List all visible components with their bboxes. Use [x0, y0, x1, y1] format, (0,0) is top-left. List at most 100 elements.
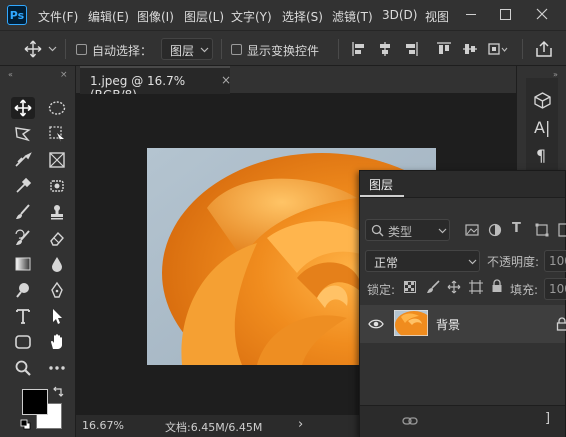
history-brush-icon — [15, 229, 30, 245]
menu-3d[interactable]: 3D(D) — [382, 8, 417, 22]
chevron-down-icon — [438, 228, 447, 234]
zoom-tool[interactable] — [11, 357, 35, 379]
filter-type-icon[interactable]: T — [512, 221, 521, 236]
fill-field[interactable]: 100 — [544, 278, 566, 300]
hand-tool[interactable] — [45, 331, 69, 353]
menu-image[interactable]: 图像(I) — [137, 8, 174, 25]
blend-mode-dropdown[interactable]: 正常 — [365, 250, 480, 272]
frame-icon — [49, 152, 65, 168]
menu-edit[interactable]: 编辑(E) — [88, 8, 129, 25]
move-tool[interactable] — [11, 97, 35, 119]
link-layers-icon[interactable] — [402, 415, 418, 427]
menu-bar: Ps 文件(F) 编辑(E) 图像(I) 图层(L) 文字(Y) 选择(S) 滤… — [0, 0, 566, 30]
layers-panel-footer: ] — [360, 405, 565, 437]
clone-stamp-tool[interactable] — [45, 201, 69, 223]
filter-smart-object-icon[interactable] — [558, 223, 566, 237]
default-colors-icon[interactable] — [20, 419, 31, 430]
menu-filter[interactable]: 滤镜(T) — [332, 8, 373, 25]
layer-lock-icon[interactable] — [556, 317, 566, 331]
show-transform-checkbox[interactable] — [231, 44, 242, 55]
drop-icon — [52, 257, 62, 272]
more-icon — [49, 366, 65, 370]
close-icon[interactable] — [536, 8, 548, 20]
move-tool-icon[interactable] — [24, 40, 42, 58]
layer-row-background[interactable]: 背景 — [360, 305, 566, 343]
lock-all-icon[interactable] — [491, 279, 503, 293]
gradient-tool[interactable] — [11, 253, 35, 275]
filter-shape-icon[interactable] — [535, 223, 549, 237]
dodge-tool[interactable] — [11, 279, 35, 301]
crop-tool[interactable] — [11, 149, 35, 171]
paragraph-panel-icon[interactable]: ¶ — [536, 146, 546, 165]
lock-image-pixels-icon[interactable] — [426, 280, 440, 294]
filter-kind-label: 类型 — [388, 225, 413, 239]
brush-tool[interactable] — [11, 201, 35, 223]
lasso-tool[interactable] — [11, 123, 35, 145]
align-middle-icon[interactable] — [462, 41, 478, 57]
align-left-icon[interactable] — [351, 41, 367, 57]
maximize-icon[interactable] — [500, 9, 511, 20]
lock-transparent-pixels-icon[interactable] — [404, 281, 416, 293]
eraser-tool[interactable] — [45, 227, 69, 249]
lock-artboard-icon[interactable] — [469, 280, 483, 294]
shape-tool[interactable] — [11, 331, 35, 353]
frame-tool[interactable] — [45, 149, 69, 171]
filter-adjustment-icon[interactable] — [488, 223, 502, 237]
dodge-icon — [16, 283, 29, 298]
align-top-icon[interactable] — [436, 41, 452, 57]
history-brush-tool[interactable] — [11, 227, 35, 249]
3d-cube-icon[interactable] — [534, 92, 551, 109]
text-icon — [16, 309, 30, 324]
document-tab[interactable]: 1.jpeg @ 16.7%(RGB/8) × — [80, 66, 231, 102]
type-tool[interactable] — [11, 305, 35, 327]
filter-pixel-icon[interactable] — [465, 224, 479, 236]
tab-close-icon[interactable]: × — [221, 73, 231, 87]
menu-select[interactable]: 选择(S) — [282, 8, 323, 25]
zoom-icon — [15, 360, 31, 376]
photoshop-logo[interactable]: Ps — [7, 5, 27, 25]
menu-type[interactable]: 文字(Y) — [231, 8, 272, 25]
foreground-color-swatch[interactable] — [22, 389, 48, 415]
active-tab-indicator — [360, 195, 404, 197]
align-right-icon[interactable] — [403, 41, 419, 57]
eyedropper-icon — [16, 177, 32, 193]
swap-colors-icon[interactable] — [52, 386, 64, 398]
pen-tool[interactable] — [45, 279, 69, 301]
collapse-panel-icon[interactable]: « — [8, 70, 13, 79]
align-center-icon[interactable] — [377, 41, 393, 57]
distribute-icon[interactable] — [488, 41, 508, 57]
minimize-icon[interactable] — [466, 14, 476, 15]
blend-mode-value: 正常 — [374, 256, 399, 270]
character-panel-icon[interactable]: A| — [534, 118, 550, 137]
document-size-info[interactable]: 文档:6.45M/6.45M — [165, 419, 262, 435]
eyedropper-tool[interactable] — [11, 175, 35, 197]
layer-name[interactable]: 背景 — [436, 316, 460, 333]
path-selection-tool[interactable] — [45, 305, 69, 327]
more-tools[interactable] — [45, 357, 69, 379]
divider — [522, 39, 523, 59]
auto-select-checkbox[interactable] — [76, 44, 87, 55]
close-panel-icon[interactable]: × — [60, 70, 68, 80]
chevron-down-icon[interactable] — [48, 46, 57, 52]
lock-label: 锁定: — [367, 283, 396, 297]
layers-panel-title[interactable]: 图层 — [369, 176, 393, 193]
visibility-eye-icon[interactable] — [368, 318, 384, 330]
status-menu-arrow-icon[interactable]: › — [298, 417, 303, 432]
menu-layer[interactable]: 图层(L) — [184, 8, 224, 25]
blur-tool[interactable] — [45, 253, 69, 275]
object-selection-tool[interactable] — [45, 123, 69, 145]
menu-view[interactable]: 视图 — [425, 8, 449, 25]
zoom-level[interactable]: 16.67% — [82, 419, 124, 432]
lock-position-icon[interactable] — [447, 280, 461, 294]
menu-file[interactable]: 文件(F) — [38, 8, 78, 25]
auto-select-target-dropdown[interactable]: 图层 — [161, 38, 213, 60]
layer-filter-dropdown[interactable]: 类型 — [365, 219, 450, 241]
marquee-tool[interactable] — [45, 97, 69, 119]
layer-thumbnail — [394, 310, 428, 336]
spot-healing-tool[interactable] — [45, 175, 69, 197]
opacity-field[interactable]: 100 — [544, 250, 566, 272]
divider — [65, 39, 66, 59]
delete-layer-icon[interactable]: ] — [545, 411, 550, 426]
share-icon[interactable] — [535, 40, 553, 58]
chevron-down-icon — [200, 47, 209, 53]
